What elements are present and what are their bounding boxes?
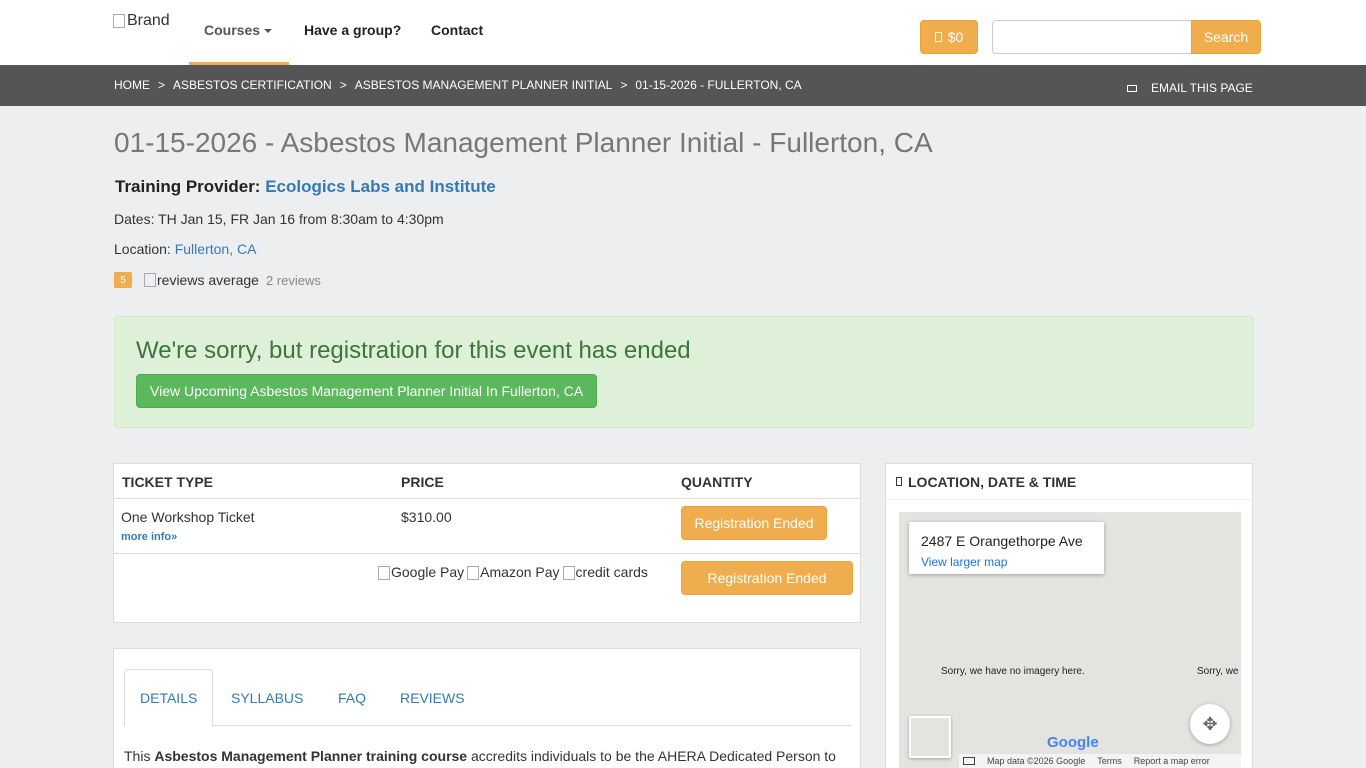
keyboard-icon[interactable] — [963, 757, 975, 765]
brand-logo[interactable]: Brand — [113, 12, 170, 30]
header-price: PRICE — [401, 474, 444, 490]
email-this-page-label: EMAIL THIS PAGE — [1151, 81, 1253, 95]
table-divider — [114, 553, 860, 554]
breadcrumb-separator: > — [339, 78, 347, 92]
alert-message: We're sorry, but registration for this e… — [136, 337, 691, 364]
location-panel: LOCATION, DATE & TIME 2487 E Orangethorp… — [885, 463, 1253, 768]
training-provider: Training Provider: Ecologics Labs and In… — [115, 177, 496, 197]
broken-image-icon — [467, 566, 480, 581]
amazon-pay-image: Amazon Pay — [467, 564, 560, 581]
breadcrumb-current: 01-15-2026 - FULLERTON, CA — [635, 78, 802, 92]
caret-down-icon — [264, 29, 273, 34]
provider-label: Training Provider: — [115, 177, 261, 196]
cart-total: $0 — [947, 29, 964, 45]
brand-alt-text: Brand — [127, 12, 170, 29]
payment-methods: Google Pay Amazon Pay credit cards — [378, 564, 648, 581]
location-label: Location: — [114, 241, 171, 257]
reviews-image-alt: reviews average — [157, 272, 259, 288]
breadcrumb-separator: > — [620, 78, 628, 92]
location-panel-header: LOCATION, DATE & TIME — [886, 464, 1252, 500]
no-imagery-text: Sorry, we — [1197, 666, 1239, 677]
view-larger-map-link[interactable]: View larger map — [921, 555, 1007, 569]
details-text-prefix: This — [124, 748, 155, 764]
cart-button[interactable]: $0 — [920, 20, 978, 54]
reviews-average-image: reviews average — [144, 272, 259, 288]
tab-faq[interactable]: FAQ — [323, 669, 381, 726]
page-title: 01-15-2026 - Asbestos Management Planner… — [114, 127, 933, 158]
broken-image-icon — [378, 566, 390, 581]
broken-image-icon — [144, 273, 156, 287]
nav-courses-dropdown[interactable]: Courses — [204, 22, 273, 38]
nav-courses-label: Courses — [204, 22, 261, 38]
tab-syllabus[interactable]: SYLLABUS — [216, 669, 318, 726]
credit-cards-alt: credit cards — [575, 564, 648, 580]
registration-ended-status[interactable]: Registration Ended — [681, 506, 827, 540]
breadcrumb-home[interactable]: HOME — [114, 78, 150, 92]
google-pay-alt: Google Pay — [391, 564, 465, 580]
provider-link[interactable]: Ecologics Labs and Institute — [265, 177, 495, 196]
breadcrumb-separator: > — [158, 78, 166, 92]
table-divider — [114, 498, 860, 499]
registration-ended-button[interactable]: Registration Ended — [681, 561, 853, 595]
email-this-page-link[interactable]: EMAIL THIS PAGE — [1127, 81, 1253, 95]
location-link[interactable]: Fullerton, CA — [175, 241, 257, 257]
breadcrumb-bar: HOME > ASBESTOS CERTIFICATION > ASBESTOS… — [0, 65, 1366, 106]
credit-cards-image: credit cards — [562, 564, 648, 581]
nav-have-a-group[interactable]: Have a group? — [304, 22, 401, 38]
header-ticket-type: TICKET TYPE — [122, 474, 214, 490]
map-footer: Map data ©2026 Google Terms Report a map… — [959, 754, 1241, 768]
details-text-bold: Asbestos Management Planner training cou… — [154, 748, 468, 764]
map-terms-link[interactable]: Terms — [1097, 756, 1122, 766]
broken-image-icon — [113, 14, 125, 28]
nav-contact[interactable]: Contact — [431, 22, 483, 38]
rating-row: 5 reviews average 2 reviews — [114, 272, 321, 288]
embedded-map[interactable]: 2487 E Orangethorpe Ave View larger map … — [899, 512, 1241, 768]
cart-icon — [934, 32, 942, 42]
reviews-count-link[interactable]: 2 reviews — [266, 273, 321, 288]
registration-ended-alert: We're sorry, but registration for this e… — [114, 316, 1254, 428]
event-location: Location: Fullerton, CA — [114, 241, 256, 257]
map-data-attribution: Map data ©2026 Google — [987, 756, 1086, 766]
broken-image-icon — [562, 566, 575, 581]
more-info-link[interactable]: more info» — [121, 531, 177, 543]
location-panel-title: LOCATION, DATE & TIME — [908, 473, 1077, 490]
tab-details[interactable]: DETAILS — [124, 669, 214, 727]
ticket-price: $310.00 — [401, 509, 452, 525]
rating-badge: 5 — [114, 272, 132, 288]
search-button[interactable]: Search — [1191, 20, 1261, 54]
ticket-type: One Workshop Ticket — [121, 509, 255, 525]
no-imagery-text: Sorry, we have no imagery here. — [941, 666, 1085, 677]
header-quantity: QUANTITY — [681, 474, 753, 490]
event-dates: Dates: TH Jan 15, FR Jan 16 from 8:30am … — [114, 211, 444, 227]
map-marker-icon — [896, 477, 902, 486]
google-pay-image: Google Pay — [378, 564, 465, 581]
details-paragraph: This Asbestos Management Planner trainin… — [124, 748, 836, 764]
envelope-icon — [1127, 84, 1137, 92]
ticket-table: TICKET TYPE PRICE QUANTITY One Workshop … — [113, 463, 861, 623]
report-map-error-link[interactable]: Report a map error — [1134, 756, 1210, 766]
details-text-suffix: accredits individuals to be the AHERA De… — [467, 748, 836, 764]
details-panel: DETAILS SYLLABUS FAQ REVIEWS This Asbest… — [113, 648, 861, 768]
map-type-toggle[interactable] — [909, 716, 951, 758]
search-input[interactable] — [992, 20, 1192, 54]
tab-reviews[interactable]: REVIEWS — [385, 669, 480, 726]
view-upcoming-button[interactable]: View Upcoming Asbestos Management Planne… — [136, 374, 598, 408]
breadcrumb: HOME > ASBESTOS CERTIFICATION > ASBESTOS… — [114, 78, 802, 92]
amazon-pay-alt: Amazon Pay — [480, 564, 560, 580]
details-tabs: DETAILS SYLLABUS FAQ REVIEWS — [124, 669, 851, 727]
top-navbar: Brand Courses Have a group? Contact $0 S… — [0, 0, 1366, 65]
map-place-card: 2487 E Orangethorpe Ave View larger map — [909, 522, 1104, 574]
breadcrumb-asbestos-certification[interactable]: ASBESTOS CERTIFICATION — [173, 78, 332, 92]
map-pan-control-icon[interactable]: ✥ — [1190, 704, 1230, 744]
breadcrumb-course[interactable]: ASBESTOS MANAGEMENT PLANNER INITIAL — [355, 78, 613, 92]
google-logo: Google — [1047, 734, 1099, 751]
map-address: 2487 E Orangethorpe Ave — [921, 533, 1083, 549]
